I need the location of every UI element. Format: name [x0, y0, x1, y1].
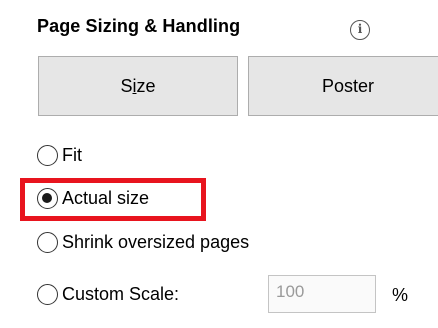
fit-radio[interactable] — [37, 145, 58, 166]
poster-button[interactable]: Poster — [248, 56, 438, 116]
shrink-label: Shrink oversized pages — [62, 232, 250, 252]
section-title: Page Sizing & Handling — [37, 16, 241, 36]
shrink-option[interactable]: Shrink oversized pages — [37, 232, 249, 253]
fit-option[interactable]: Fit — [37, 145, 82, 166]
size-button-label: Size — [120, 75, 156, 96]
highlight-box — [20, 178, 206, 221]
custom-scale-input[interactable]: 100 — [268, 275, 376, 313]
fit-label: Fit — [62, 145, 82, 165]
page-sizing-panel: Page Sizing & Handling i Size Poster Fit… — [0, 0, 438, 328]
custom-scale-label: Custom Scale: — [62, 284, 180, 304]
custom-scale-option[interactable]: Custom Scale: — [37, 284, 179, 305]
shrink-radio[interactable] — [37, 232, 58, 253]
info-icon[interactable]: i — [350, 20, 370, 40]
custom-scale-radio[interactable] — [37, 284, 58, 305]
size-button[interactable]: Size — [38, 56, 238, 116]
percent-label: % — [392, 285, 409, 305]
poster-button-label: Poster — [321, 75, 375, 96]
